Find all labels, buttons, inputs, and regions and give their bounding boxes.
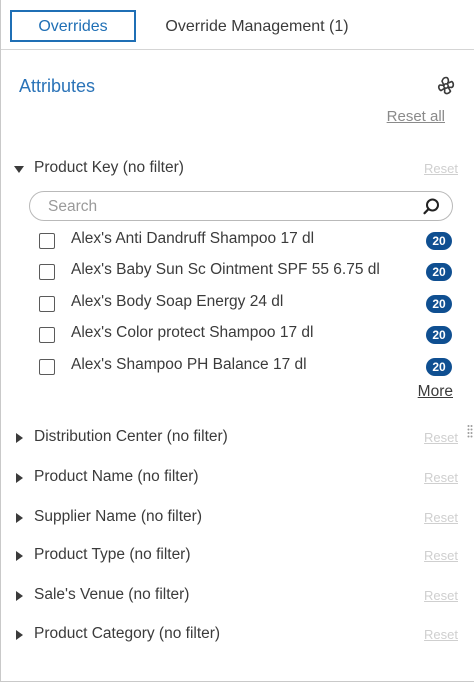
tab-override-management[interactable]: Override Management (1) bbox=[153, 10, 361, 42]
section-label: Product Name (no filter) bbox=[34, 468, 199, 485]
count-badge: 20 bbox=[426, 326, 452, 344]
item-checkbox[interactable] bbox=[39, 296, 55, 312]
section-product-key[interactable]: Product Key (no filter) Reset bbox=[1, 158, 474, 182]
section-reset-link[interactable]: Reset bbox=[424, 161, 458, 176]
list-item[interactable]: Alex's Body Soap Energy 24 dl 20 bbox=[1, 292, 474, 316]
settings-gear-icon[interactable] bbox=[435, 75, 457, 97]
caret-right-icon[interactable] bbox=[16, 473, 23, 483]
item-label: Alex's Color protect Shampoo 17 dl bbox=[71, 324, 314, 341]
more-link[interactable]: More bbox=[418, 383, 453, 401]
tab-overrides[interactable]: Overrides bbox=[10, 10, 136, 42]
section-label: Product Type (no filter) bbox=[34, 546, 191, 563]
section-reset-link[interactable]: Reset bbox=[424, 548, 458, 563]
section-label: Sale's Venue (no filter) bbox=[34, 586, 190, 603]
section-label: Supplier Name (no filter) bbox=[34, 508, 202, 525]
count-badge: 20 bbox=[426, 232, 452, 250]
attributes-title: Attributes bbox=[19, 76, 96, 96]
list-item[interactable]: Alex's Baby Sun Sc Ointment SPF 55 6.75 … bbox=[1, 260, 474, 284]
caret-right-icon[interactable] bbox=[16, 513, 23, 523]
list-item[interactable]: Alex's Anti Dandruff Shampoo 17 dl 20 bbox=[1, 229, 474, 253]
section-label: Distribution Center (no filter) bbox=[34, 428, 228, 445]
search-icon[interactable] bbox=[422, 197, 441, 216]
item-checkbox[interactable] bbox=[39, 233, 55, 249]
section-reset-link[interactable]: Reset bbox=[424, 470, 458, 485]
caret-right-icon[interactable] bbox=[16, 433, 23, 443]
reset-all-link[interactable]: Reset all bbox=[387, 108, 445, 125]
section-supplier-name[interactable]: Supplier Name (no filter) Reset bbox=[1, 507, 474, 531]
section-label: Product Key (no filter) bbox=[34, 159, 184, 176]
caret-right-icon[interactable] bbox=[16, 591, 23, 601]
item-checkbox[interactable] bbox=[39, 264, 55, 280]
section-product-type[interactable]: Product Type (no filter) Reset bbox=[1, 545, 474, 569]
overrides-panel: Overrides Override Management (1) Attrib… bbox=[0, 0, 474, 682]
item-checkbox[interactable] bbox=[39, 327, 55, 343]
search-input[interactable] bbox=[48, 197, 408, 216]
item-checkbox[interactable] bbox=[39, 359, 55, 375]
list-item[interactable]: Alex's Shampoo PH Balance 17 dl 20 bbox=[1, 355, 474, 379]
section-product-category[interactable]: Product Category (no filter) Reset bbox=[1, 624, 474, 648]
count-badge: 20 bbox=[426, 295, 452, 313]
item-label: Alex's Baby Sun Sc Ointment SPF 55 6.75 … bbox=[71, 261, 380, 278]
caret-right-icon[interactable] bbox=[16, 630, 23, 640]
section-reset-link[interactable]: Reset bbox=[424, 430, 458, 445]
section-label: Product Category (no filter) bbox=[34, 625, 221, 642]
section-distribution-center[interactable]: Distribution Center (no filter) Reset bbox=[1, 427, 474, 451]
item-label: Alex's Body Soap Energy 24 dl bbox=[71, 293, 284, 310]
caret-right-icon[interactable] bbox=[16, 551, 23, 561]
item-label: Alex's Anti Dandruff Shampoo 17 dl bbox=[71, 230, 315, 247]
section-product-name[interactable]: Product Name (no filter) Reset bbox=[1, 467, 474, 491]
count-badge: 20 bbox=[426, 358, 452, 376]
section-reset-link[interactable]: Reset bbox=[424, 510, 458, 525]
list-item[interactable]: Alex's Color protect Shampoo 17 dl 20 bbox=[1, 323, 474, 347]
section-sales-venue[interactable]: Sale's Venue (no filter) Reset bbox=[1, 585, 474, 609]
section-reset-link[interactable]: Reset bbox=[424, 588, 458, 603]
caret-down-icon[interactable] bbox=[14, 166, 24, 173]
item-label: Alex's Shampoo PH Balance 17 dl bbox=[71, 356, 307, 373]
count-badge: 20 bbox=[426, 263, 452, 281]
search-field[interactable] bbox=[29, 191, 453, 221]
tab-bar: Overrides Override Management (1) bbox=[1, 0, 474, 50]
section-reset-link[interactable]: Reset bbox=[424, 627, 458, 642]
